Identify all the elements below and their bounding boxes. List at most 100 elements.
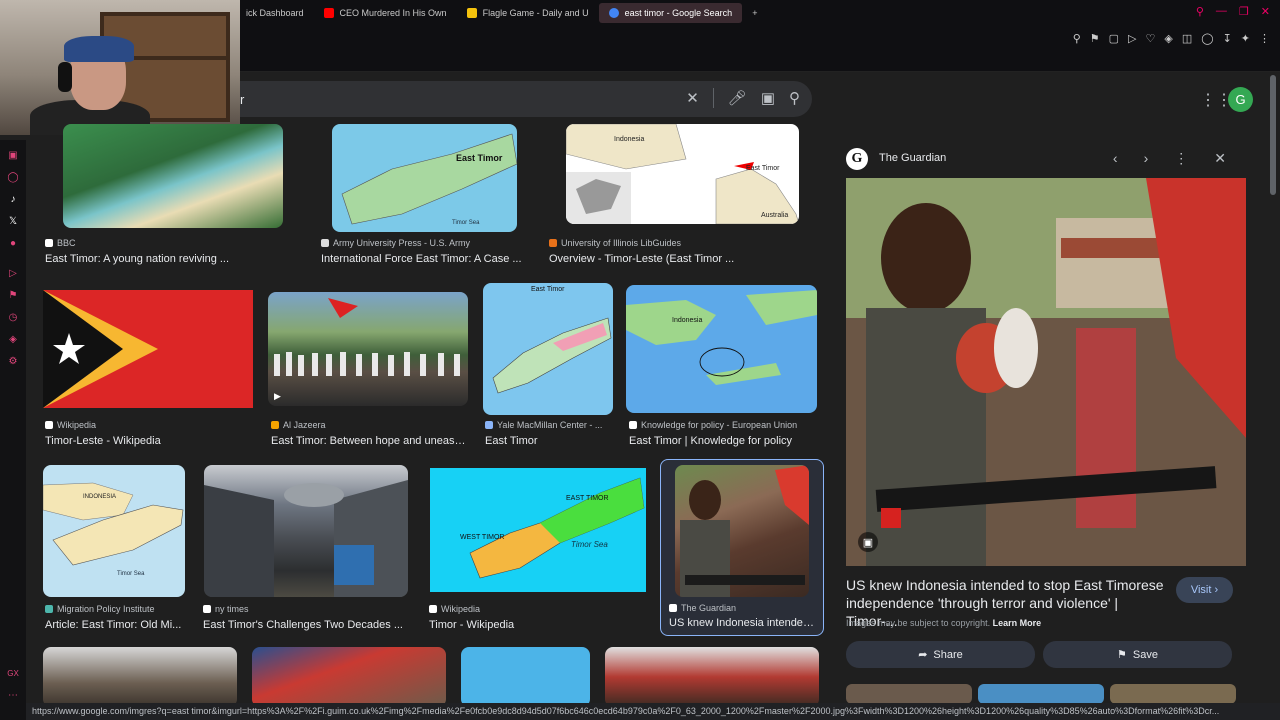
more-options-icon[interactable]: ⋮ [1174,150,1188,167]
alley-graphic [204,480,408,597]
result-card[interactable]: BBC East Timor: A young nation reviving … [36,120,304,270]
result-card[interactable]: East Timor Timor Sea Army University Pre… [311,120,551,270]
result-card[interactable]: Wikipedia Timor-Leste - Wikipedia [36,285,266,447]
microphone-icon[interactable]: 🎤︎ [728,89,747,107]
screenshot-icon[interactable]: ▢ [1109,32,1119,45]
result-image[interactable] [43,647,237,704]
minimize-icon[interactable]: — [1216,5,1227,18]
map-graphic [341,133,517,225]
download-icon[interactable]: ↧ [1223,32,1232,45]
result-title[interactable]: East Timor's Challenges Two Decades ... [203,619,403,631]
new-tab-button[interactable]: + [742,3,767,23]
camera-lens-icon[interactable]: ▣ [761,89,775,107]
result-source: Al Jazeera [271,420,326,430]
result-card[interactable]: EAST TIMOR WEST TIMOR Timor Sea Wikipedi… [421,460,651,631]
x-icon[interactable]: 𝕏 [0,210,26,232]
result-card[interactable]: ny times East Timor's Challenges Two Dec… [196,460,416,631]
gx-icon[interactable]: GX [0,662,26,684]
avatar[interactable]: G [1228,87,1253,112]
play-icon: ▶ [274,391,281,401]
tab-flagle[interactable]: Flagle Game - Daily and U [457,3,599,23]
result-card[interactable]: ▶ Al Jazeera East Timor: Between hope an… [261,285,476,447]
result-title[interactable]: Timor-Leste - Wikipedia [45,435,255,447]
tab-google-search[interactable]: east timor - Google Search [598,3,743,23]
pinboard-icon[interactable]: ⚑ [0,284,26,306]
result-image[interactable]: ▶ [268,292,468,406]
result-image[interactable] [675,465,809,597]
learn-more-link[interactable]: Learn More [993,618,1042,628]
extensions-sidebar-icon[interactable]: ◈ [0,328,26,350]
more-icon[interactable]: ⋯ [0,684,26,706]
lens-search-icon[interactable]: ▣ [858,532,878,552]
tiktok-icon[interactable]: ♪ [0,188,26,210]
close-icon[interactable]: ✕ [1261,5,1270,18]
photo-graphic [846,178,1246,566]
next-icon[interactable]: › [1144,150,1149,167]
map-graphic [566,124,799,224]
result-image[interactable] [43,290,253,408]
extensions-icon[interactable]: ◈ [1164,32,1172,45]
tab-label: CEO Murdered In His Own [339,8,447,18]
preview-image[interactable]: ▣ [846,178,1246,566]
pin-icon[interactable]: ⚑ [1090,32,1100,45]
search-tabs-icon[interactable]: ⚲ [1196,5,1204,18]
instagram-icon[interactable]: ◯ [0,166,26,188]
maximize-icon[interactable]: ❐ [1239,5,1249,18]
result-title[interactable]: Overview - Timor-Leste (East Timor ... [549,253,789,265]
heart-icon[interactable]: ♡ [1146,32,1156,45]
related-image[interactable] [1110,684,1236,704]
result-image[interactable]: Indonesia East Timor Australia [566,124,799,224]
search-box[interactable]: r ✕ 🎤︎ ▣ ⚲ [240,81,812,117]
zoom-icon[interactable]: ⚲ [1073,32,1081,45]
menu-icon[interactable]: ⋮ [1259,32,1270,45]
history-icon[interactable]: ◷ [0,306,26,328]
result-title[interactable]: US knew Indonesia intended... [669,617,817,629]
result-title[interactable]: International Force East Timor: A Case .… [321,253,546,265]
wallet-icon[interactable]: ◫ [1182,32,1192,45]
share-button[interactable]: ➦ Share [846,641,1035,668]
result-title[interactable]: East Timor: A young nation reviving ... [45,253,285,265]
related-image[interactable] [978,684,1104,704]
result-card[interactable]: Indonesia East Timor Australia Universit… [549,120,818,270]
result-title[interactable]: East Timor | Knowledge for policy [629,435,814,447]
youtube-music-icon[interactable]: ● [0,232,26,254]
result-image[interactable]: EAST TIMOR WEST TIMOR Timor Sea [430,468,646,592]
panel-header: G The Guardian ‹ › ⋮ ✕ [836,140,1246,178]
result-image[interactable] [252,647,446,704]
profile-icon[interactable]: ◯ [1201,32,1213,45]
previous-icon[interactable]: ‹ [1113,150,1118,167]
search-icon[interactable]: ⚲ [789,89,800,107]
result-card[interactable]: INDONESIA Timor Sea Migration Policy Ins… [36,460,196,631]
result-image[interactable] [63,124,283,228]
close-panel-icon[interactable]: ✕ [1214,150,1226,167]
map-graphic [492,317,612,394]
result-image[interactable] [461,647,590,704]
result-card[interactable]: Indonesia Knowledge for policy - Europea… [621,285,821,447]
result-image[interactable]: East Timor Timor Sea [332,124,517,232]
twitch-icon[interactable]: ▣ [0,144,26,166]
result-image[interactable] [204,465,408,597]
clear-icon[interactable]: ✕ [686,89,699,107]
settings-icon[interactable]: ⚙ [0,350,26,372]
tab-kick-dashboard[interactable]: ick Dashboard [236,3,314,23]
play-icon[interactable]: ▷ [1128,32,1136,45]
player-icon[interactable]: ▷ [0,262,26,284]
result-card-selected[interactable]: The Guardian US knew Indonesia intended.… [660,459,824,636]
result-title[interactable]: Article: East Timor: Old Mi... [45,619,185,631]
visit-button[interactable]: Visit › [1176,577,1233,603]
search-input[interactable]: r [240,92,244,107]
save-button[interactable]: ⚑ Save [1043,641,1232,668]
ai-icon[interactable]: ✦ [1241,32,1250,45]
result-title[interactable]: East Timor: Between hope and unease... [271,435,466,447]
result-image[interactable]: INDONESIA Timor Sea [43,465,185,597]
result-card[interactable]: East Timor Yale MacMillan Center - ... E… [476,283,621,447]
result-image[interactable]: Indonesia [626,285,817,413]
tab-youtube[interactable]: CEO Murdered In His Own [314,3,457,23]
scrollbar[interactable] [1270,75,1276,195]
panel-source[interactable]: The Guardian [879,152,946,164]
result-title[interactable]: East Timor [485,435,615,447]
result-image[interactable] [605,647,819,704]
result-title[interactable]: Timor - Wikipedia [429,619,629,631]
result-image[interactable]: East Timor [483,283,613,415]
related-image[interactable] [846,684,972,704]
